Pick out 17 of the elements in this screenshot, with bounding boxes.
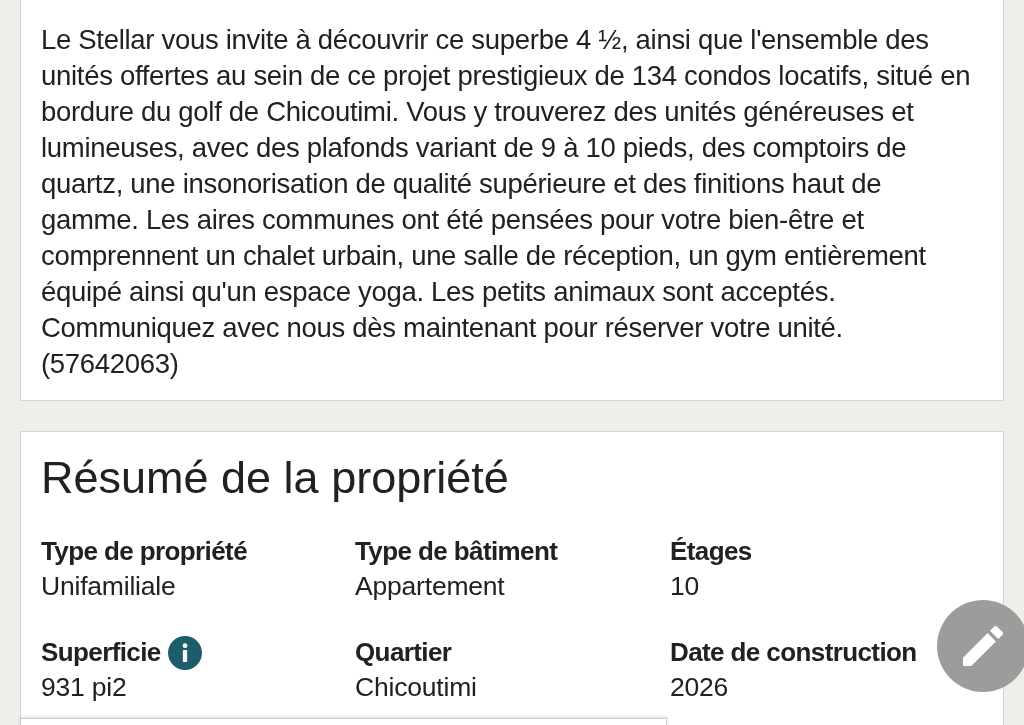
field-label: Type de bâtiment [355, 535, 558, 568]
field-label: Superficie [41, 636, 161, 669]
field-value: Appartement [355, 570, 505, 603]
info-icon[interactable] [167, 635, 202, 670]
field-label: Type de propriété [41, 535, 248, 568]
field-value: 2026 [670, 671, 729, 704]
field-label: Date de construction [670, 636, 917, 669]
section-title: Résumé de la propriété [41, 452, 510, 504]
pencil-icon [963, 626, 1003, 666]
field-value: Chicoutimi [355, 671, 477, 704]
field-value: 931 pi2 [41, 671, 127, 704]
listing-reference: (57642063) [41, 347, 180, 381]
field-value: 10 [670, 570, 700, 603]
field-label: Étages [670, 535, 752, 568]
field-value: Unifamiliale [41, 570, 176, 603]
description-text: Le Stellar vous invite à découvrir ce superbe 4 ½, ainsi que l'ensemble des unités offertes au sein de ce projet prestigieux de 134 condos locatifs, situé en bordure du golf de Chicoutimi. Vous y trouverez des unités généreuses et lumineuses, avec des plafonds variant de 9 à 10 pieds, des comptoirs de quartz, une insonorisation de qualité supérieure et des finitions haut de gamme. Les aires communes ont été pensées pour votre bien-être et comprennent un chalet urbain, une salle de réception, un gym entièrement équipé ainsi qu'un espace yoga. Les petits animaux sont acceptés. Communiquez avec nous dès maintenant pour réserver votre unité. [41, 23, 972, 345]
field-label: Quartier [355, 636, 452, 669]
